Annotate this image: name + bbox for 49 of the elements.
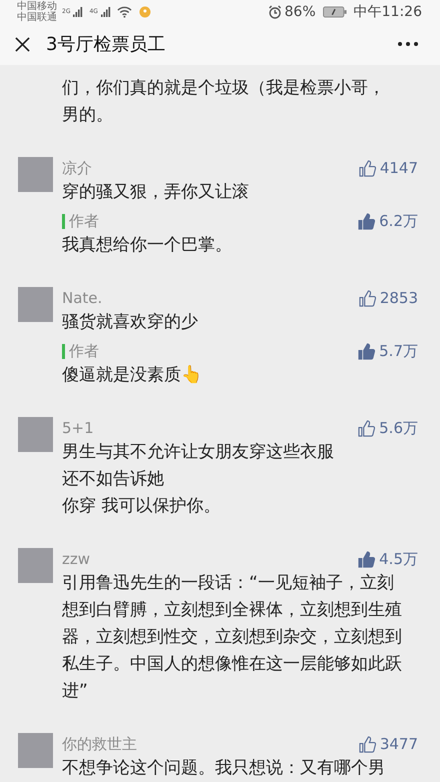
thumb-up-filled-icon[interactable] [358,212,376,230]
app-notification-icon [138,6,151,18]
close-icon[interactable] [15,36,30,52]
like-count: 4147 [380,159,418,177]
comment-text: 男生与其不允许让女朋友穿这些衣服 [62,441,335,464]
commenter-name: Nate. [62,289,102,307]
like-count: 6.2万 [379,212,418,230]
avatar-placeholder [18,287,53,322]
like-count: 3477 [380,735,418,753]
thumb-up-filled-icon[interactable] [358,342,376,360]
author-label: 作者 [62,214,99,228]
alarm-icon [268,4,282,19]
commenter-name: zzw [62,550,90,568]
commenter-name: 5+1 [62,419,94,437]
carrier-name: 中国移动 [17,0,57,12]
thumb-up-outline-icon[interactable] [358,290,376,306]
like-count: 4.5万 [379,550,418,568]
comment-text: 不想争论这个问题。我只想说：又有哪个男 [62,757,386,780]
comment-text: 引用鲁迅先生的一段话：“一见短袖子，立刻想到白臂膊，立刻想到全裸体，立刻想到生殖器，立刻想到性交，立刻想到杂交，立刻想到私生子。中国人的想像惟在这一层能够如此跃进” [62,572,403,703]
author-label: 作者 [62,344,99,358]
reply-text: 傻逼就是没素质👆 [62,364,203,387]
battery-percent: 86% [284,4,316,20]
carrier-name: 中国联通 [17,12,57,23]
signal-icon [73,6,84,17]
like-count: 2853 [380,289,418,307]
avatar-placeholder [18,733,53,768]
reply-text: 我真想给你一个巴掌。 [62,234,233,257]
thumb-up-filled-icon[interactable] [358,550,376,568]
comment-text: 们，你们真的就是个垃圾（我是检票小哥，男的。 [61,77,386,127]
avatar-placeholder [18,157,53,192]
battery-icon [322,6,347,18]
comment-text: 穿的骚又狠，弄你又让滚 [62,181,250,204]
like-count: 5.6万 [379,418,418,438]
signal-icon [100,6,111,17]
commenter-name: 你的救世主 [62,734,137,754]
wifi-icon [116,6,132,18]
thumb-up-outline-icon[interactable] [358,160,376,176]
thumb-up-outline-icon[interactable] [358,420,376,436]
comment-text: 还不如告诉她 [62,468,165,491]
thumb-up-outline-icon[interactable] [358,736,376,752]
like-count: 5.7万 [379,342,418,360]
page-title: 3号厅检票员工 [46,33,166,56]
avatar-placeholder [18,548,53,583]
comment-text: 骚货就喜欢穿的少 [62,311,199,334]
avatar-placeholder [18,417,53,452]
clock-time: 中午11:26 [354,2,422,21]
more-icon[interactable] [398,42,418,46]
commenter-name: 凉介 [62,158,92,178]
comment-text: 你穿 我可以保护你。 [62,495,222,518]
